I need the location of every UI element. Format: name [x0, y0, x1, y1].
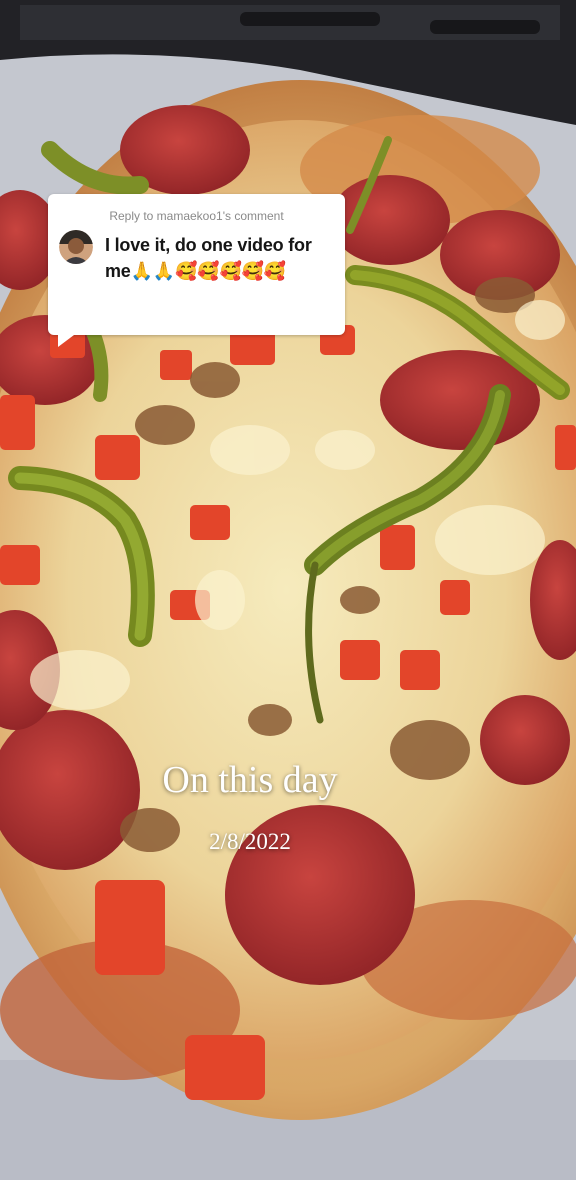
profile-avatar-icon[interactable] — [59, 230, 93, 264]
memory-date: 2/8/2022 — [209, 829, 291, 854]
reply-comment-text: I love it, do one video for me🙏🙏🥰🥰🥰🥰🥰 — [105, 235, 312, 281]
memory-title: On this day — [162, 759, 338, 801]
reply-header: Reply to mamaekoo1's comment — [109, 209, 284, 223]
pizza-photo-background — [0, 0, 576, 1180]
reply-comment-card[interactable]: Reply to mamaekoo1's comment I love it, … — [48, 194, 345, 347]
